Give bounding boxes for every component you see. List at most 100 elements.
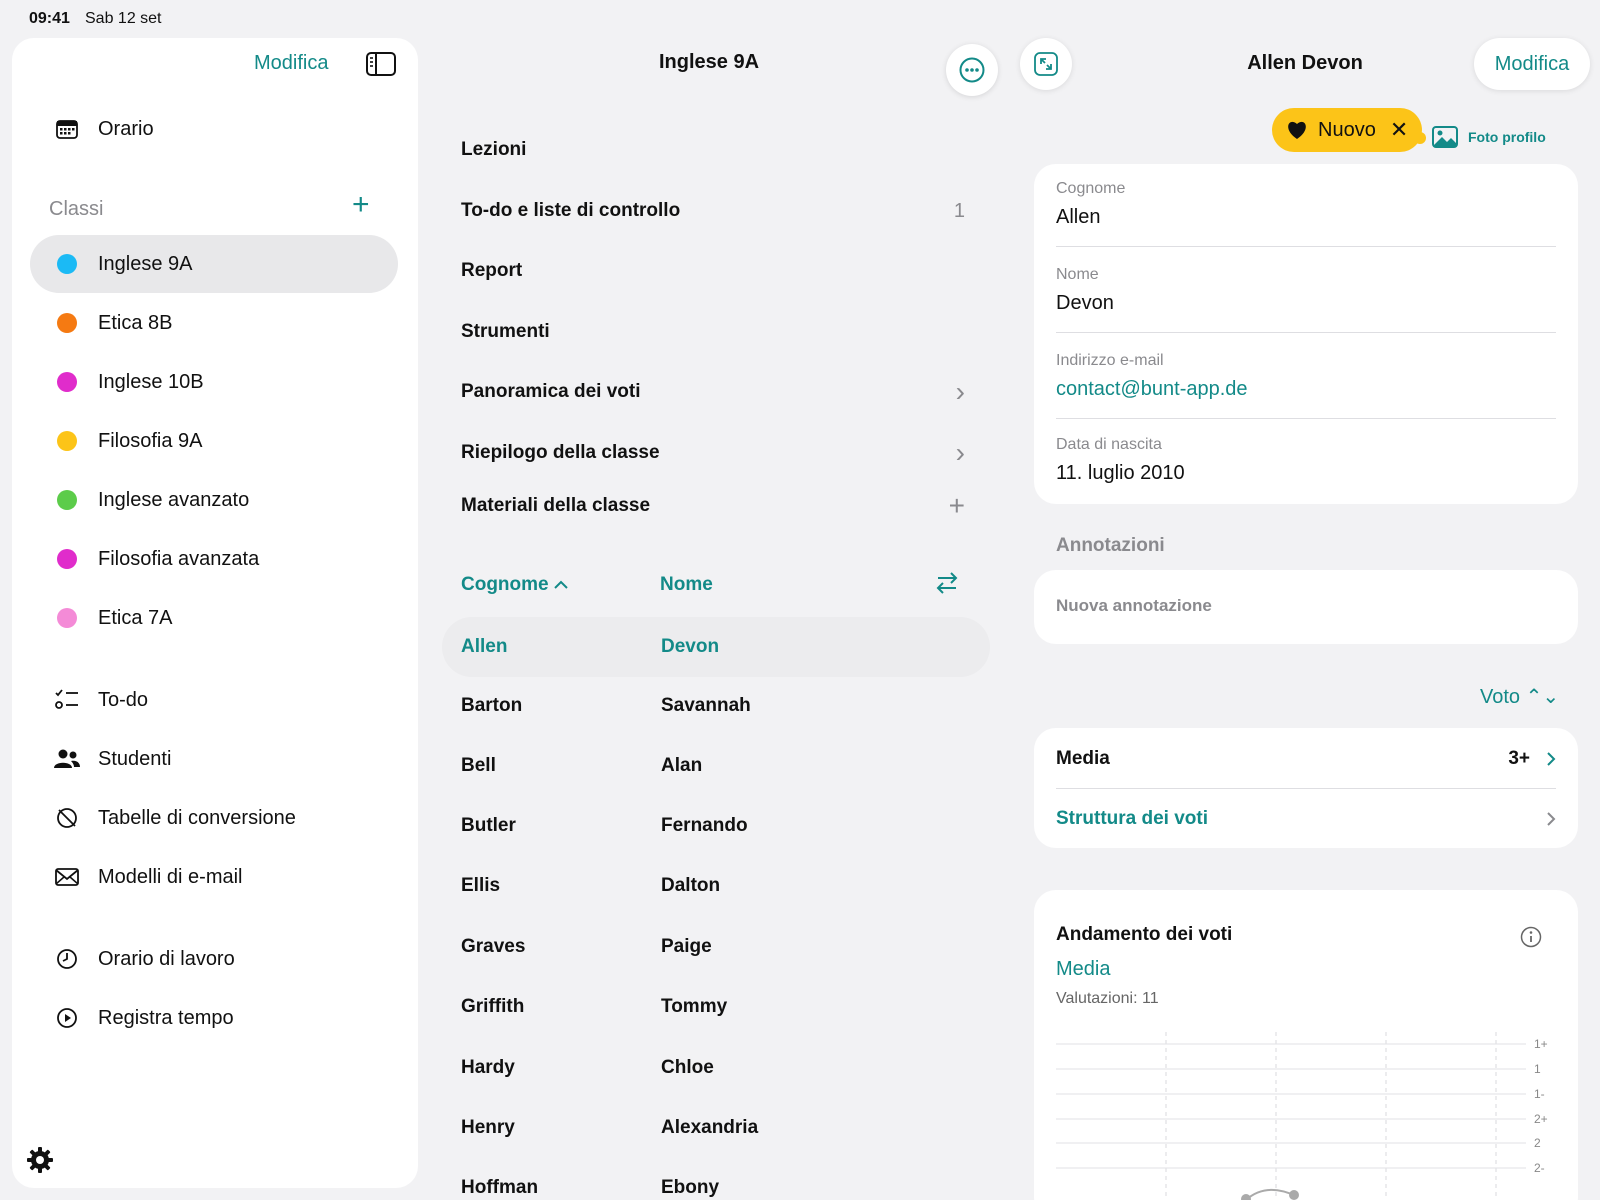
calendar-icon [52, 119, 82, 139]
menu-label: Panoramica dei voti [461, 381, 641, 402]
student-first-name: Savannah [661, 695, 751, 716]
student-last-name: Hardy [461, 1057, 515, 1078]
sidebar-item-label: Etica 7A [98, 606, 173, 629]
menu-class-summary[interactable]: Riepilogo della classe › [461, 433, 965, 473]
column-label: Cognome [461, 574, 549, 595]
student-row[interactable]: Ellis Dalton [442, 856, 990, 916]
field-label: Nome [1056, 266, 1099, 283]
sidebar-item-label: Inglese avanzato [98, 488, 250, 511]
menu-tools[interactable]: Strumenti [461, 312, 965, 352]
student-row[interactable]: Barton Savannah [442, 676, 990, 736]
swap-order-button[interactable] [934, 570, 960, 601]
settings-button[interactable] [26, 1146, 54, 1179]
axis-tick-label: 2+ [1534, 1112, 1548, 1126]
student-row[interactable]: Graves Paige [442, 917, 990, 977]
profile-photo-button[interactable]: Foto profilo [1432, 126, 1546, 148]
student-row[interactable]: Butler Fernando [442, 796, 990, 856]
envelope-icon [52, 868, 82, 886]
student-row[interactable]: Allen Devon [442, 617, 990, 677]
sidebar-edit-button[interactable]: Modifica [254, 52, 328, 75]
student-row[interactable]: Hoffman Ebony [442, 1158, 990, 1200]
sidebar-item-label: Filosofia avanzata [98, 547, 260, 570]
sidebar-item-class[interactable]: Filosofia avanzata [30, 530, 398, 588]
sidebar-item-working-hours[interactable]: Orario di lavoro [30, 930, 398, 988]
average-row[interactable]: Media 3+ [1056, 730, 1556, 788]
play-icon [52, 1007, 82, 1029]
sort-by-first-name[interactable]: Nome [660, 574, 713, 596]
sidebar-item-label: To-do [98, 688, 149, 711]
sidebar-item-label: Studenti [98, 747, 172, 770]
menu-lessons[interactable]: Lezioni [461, 130, 965, 170]
trend-point [1241, 1194, 1251, 1200]
sidebar-item-class[interactable]: Inglese avanzato [30, 471, 398, 529]
grade-structure-row[interactable]: Struttura dei voti [1056, 790, 1556, 848]
class-color-dot [57, 608, 77, 628]
average-label: Media [1056, 748, 1110, 769]
grade-trend-card: Andamento dei voti Media Valutazioni: 11… [1034, 890, 1578, 1200]
sidebar-item-todo[interactable]: To-do [30, 671, 398, 729]
notes-card[interactable]: Nuova annotazione [1034, 570, 1578, 644]
add-class-button[interactable]: + [352, 188, 370, 222]
sidebar-item-label: Filosofia 9A [98, 429, 203, 452]
field-value: Allen [1056, 206, 1101, 228]
student-first-name: Alexandria [661, 1117, 759, 1138]
email-field[interactable]: Indirizzo e-mail contact@bunt-app.de [1056, 352, 1556, 401]
menu-label: Report [461, 260, 523, 281]
sidebar-toggle-button[interactable] [366, 52, 396, 81]
sidebar-item-class[interactable]: Etica 8B [30, 294, 398, 352]
divider [1056, 788, 1556, 789]
sort-by-last-name[interactable]: Cognome [461, 574, 568, 596]
grades-card: Media 3+ Struttura dei voti [1034, 728, 1578, 848]
status-time: 09:41 [29, 10, 70, 27]
student-first-name: Alan [661, 755, 703, 776]
sidebar-item-class[interactable]: Inglese 9A [30, 235, 398, 293]
chart-horizontal-gridlines [1056, 1043, 1526, 1169]
student-row[interactable]: Henry Alexandria [442, 1098, 990, 1158]
first-name-field[interactable]: Nome Devon [1056, 266, 1556, 315]
new-note-input[interactable]: Nuova annotazione [1056, 596, 1212, 616]
menu-label: Lezioni [461, 139, 527, 160]
student-last-name: Bell [461, 755, 496, 776]
last-name-field[interactable]: Cognome Allen [1056, 180, 1556, 229]
more-options-button[interactable] [946, 44, 998, 96]
trend-title: Andamento dei voti [1056, 924, 1233, 945]
sidebar-item-class[interactable]: Etica 7A [30, 589, 398, 647]
student-row[interactable]: Bell Alan [442, 736, 990, 796]
status-date: Sab 12 set [85, 10, 162, 27]
menu-report[interactable]: Report [461, 251, 965, 291]
sidebar-item-students[interactable]: Studenti [30, 730, 398, 788]
student-row[interactable]: Hardy Chloe [442, 1038, 990, 1098]
email-link[interactable]: contact@bunt-app.de [1056, 378, 1556, 401]
student-row[interactable]: Griffith Tommy [442, 977, 990, 1037]
axis-tick-label: 2- [1534, 1161, 1545, 1175]
trend-point [1289, 1190, 1299, 1200]
sidebar-item-class[interactable]: Filosofia 9A [30, 412, 398, 470]
info-button[interactable] [1520, 926, 1542, 953]
sidebar-item-label: Inglese 9A [98, 252, 193, 275]
sidebar-item-conversion[interactable]: Tabelle di conversione [30, 789, 398, 847]
sidebar-item-record-time[interactable]: Registra tempo [30, 989, 398, 1047]
student-first-name: Dalton [661, 875, 721, 896]
menu-class-materials[interactable]: Materiali della classe + [461, 486, 965, 526]
student-info-card: Cognome Allen Nome Devon Indirizzo e-mail c… [1034, 164, 1578, 504]
sidebar: Modifica Orario Classi + Inglese 9A Etic… [12, 38, 418, 1188]
todo-count: 1 [953, 199, 965, 222]
birthdate-field[interactable]: Data di nascita 11. luglio 2010 [1056, 436, 1556, 485]
student-last-name: Henry [461, 1117, 515, 1138]
class-color-dot [57, 431, 77, 451]
sidebar-item-schedule[interactable]: Orario [30, 100, 398, 158]
trend-line [1245, 1189, 1297, 1200]
sidebar-item-email-templates[interactable]: Modelli di e-mail [30, 848, 398, 906]
close-icon[interactable]: ✕ [1390, 117, 1408, 143]
menu-todo[interactable]: To-do e liste di controllo 1 [461, 191, 965, 231]
edit-student-button[interactable]: Modifica [1474, 38, 1590, 90]
grade-type-selector[interactable]: Voto ⌃⌄ [1480, 684, 1559, 709]
chevron-right-icon: › [955, 437, 965, 468]
student-last-name: Barton [461, 695, 523, 716]
sidebar-item-class[interactable]: Inglese 10B [30, 353, 398, 411]
swap-arrows-icon [936, 572, 958, 594]
plus-icon[interactable]: + [949, 490, 965, 522]
average-value: 3+ [1508, 748, 1530, 769]
trend-series-label: Media [1056, 958, 1111, 980]
menu-grades-overview[interactable]: Panoramica dei voti › [461, 372, 965, 412]
